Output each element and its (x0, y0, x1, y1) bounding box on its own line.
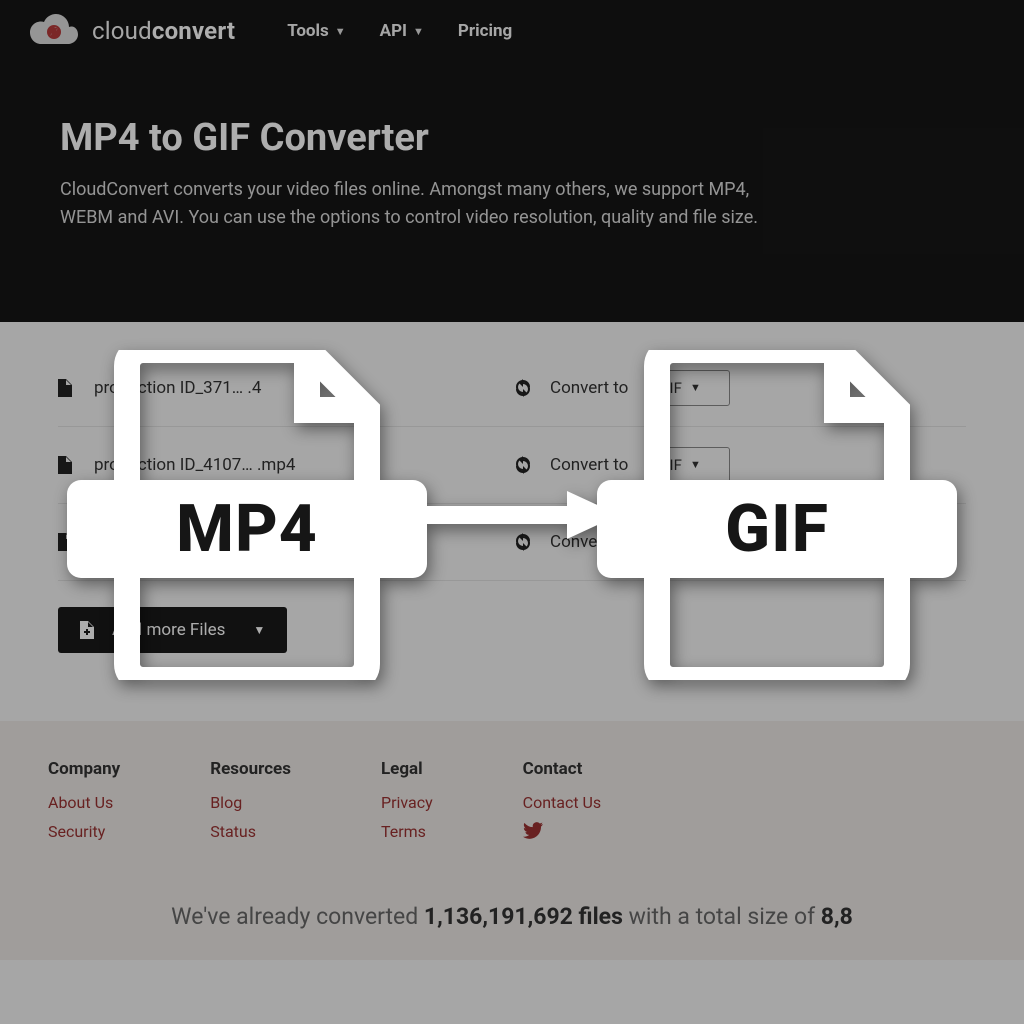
convert-to-label: Convert to (550, 532, 628, 552)
stats-line: We've already converted 1,136,191,692 fi… (48, 903, 976, 930)
chevron-down-icon: ▼ (253, 623, 265, 637)
refresh-icon[interactable] (514, 456, 532, 474)
page-title: MP4 to GIF Converter (60, 116, 964, 160)
footer-link-status[interactable]: Status (210, 822, 291, 841)
file-row: production ID_4107… .mp4 Convert to GIF▼ (58, 427, 966, 504)
add-more-files-button[interactable]: Add more Files ▼ (58, 607, 287, 653)
footer-heading: Company (48, 759, 120, 779)
footer-link-contact-us[interactable]: Contact Us (523, 793, 602, 812)
footer-link-security[interactable]: Security (48, 822, 120, 841)
cloud-logo-icon (30, 14, 78, 48)
footer-company: Company About Us Security (48, 759, 120, 853)
twitter-icon (523, 822, 543, 839)
footer: Company About Us Security Resources Blog… (0, 721, 1024, 960)
file-name: production ID_4107… .mp4 (94, 455, 514, 475)
file-row: production ID_371… .4 Convert to GIF▼ (58, 350, 966, 427)
chevron-down-icon: ▼ (690, 458, 701, 471)
footer-heading: Contact (523, 759, 602, 779)
chevron-down-icon: ▼ (690, 535, 701, 548)
file-icon (58, 379, 72, 397)
page-description: CloudConvert converts your video files o… (60, 176, 780, 232)
main-nav: Tools▼ API▼ Pricing (287, 21, 512, 41)
footer-heading: Resources (210, 759, 291, 779)
brand-logo[interactable]: cloudconvert (30, 14, 235, 48)
footer-contact: Contact Contact Us (523, 759, 602, 853)
file-icon (58, 456, 72, 474)
file-icon (58, 533, 72, 551)
top-nav: cloudconvert Tools▼ API▼ Pricing (0, 0, 1024, 62)
hero-section: MP4 to GIF Converter CloudConvert conver… (0, 62, 1024, 322)
nav-pricing[interactable]: Pricing (458, 21, 512, 41)
footer-link-about[interactable]: About Us (48, 793, 120, 812)
format-select[interactable]: GIF▼ (644, 447, 729, 483)
chevron-down-icon: ▼ (335, 25, 346, 38)
file-name: production ID_371… .4 (94, 378, 514, 398)
nav-tools[interactable]: Tools▼ (287, 21, 345, 41)
refresh-icon[interactable] (514, 379, 532, 397)
file-name: … .mp (94, 532, 514, 552)
footer-link-privacy[interactable]: Privacy (381, 793, 433, 812)
brand-text: cloudconvert (92, 17, 235, 45)
convert-to-label: Convert to (550, 378, 628, 398)
footer-link-twitter[interactable] (523, 822, 602, 843)
chevron-down-icon: ▼ (413, 25, 424, 38)
nav-api[interactable]: API▼ (380, 21, 424, 41)
file-row: … .mp Convert to GIF▼ (58, 504, 966, 581)
footer-legal: Legal Privacy Terms (381, 759, 433, 853)
footer-link-blog[interactable]: Blog (210, 793, 291, 812)
format-select[interactable]: GIF▼ (644, 524, 729, 560)
footer-link-terms[interactable]: Terms (381, 822, 433, 841)
converter-panel: production ID_371… .4 Convert to GIF▼ pr… (0, 322, 1024, 687)
refresh-icon[interactable] (514, 533, 532, 551)
add-file-icon (80, 621, 94, 639)
footer-heading: Legal (381, 759, 433, 779)
format-select[interactable]: GIF▼ (644, 370, 729, 406)
footer-resources: Resources Blog Status (210, 759, 291, 853)
chevron-down-icon: ▼ (690, 381, 701, 394)
convert-to-label: Convert to (550, 455, 628, 475)
